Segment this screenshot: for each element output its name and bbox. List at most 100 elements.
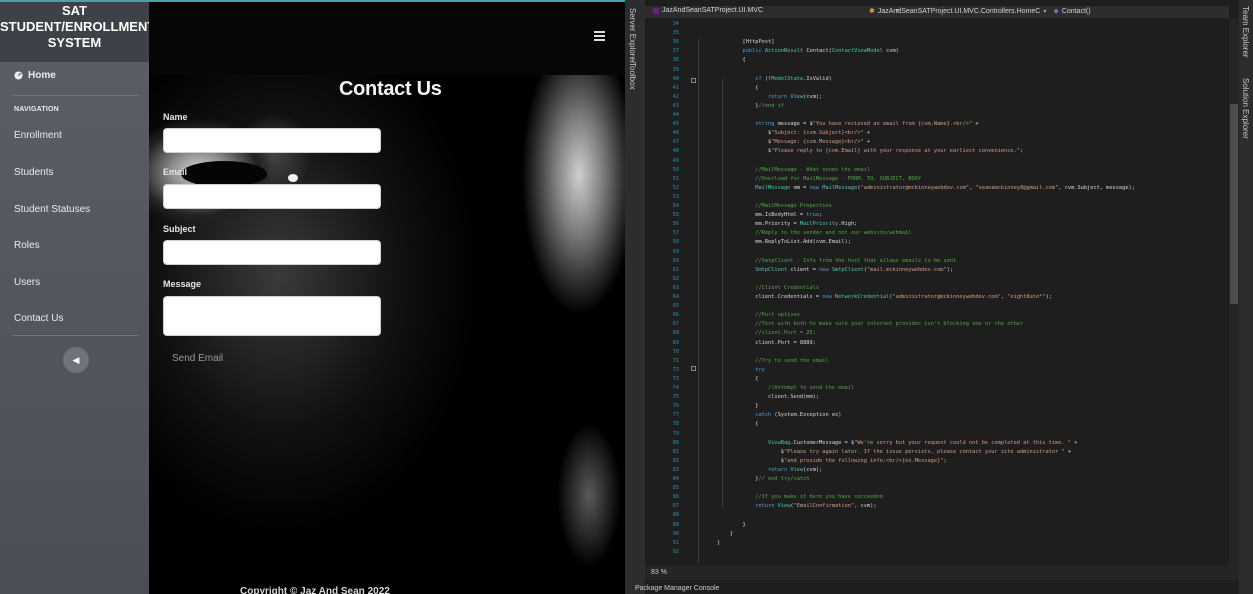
sidebar-item-enrollment[interactable]: Enrollment (14, 130, 62, 141)
code-line[interactable]: client.Port = 8889; (717, 339, 816, 347)
code-line[interactable]: client.Send(mm); (717, 393, 819, 401)
email-label: Email (163, 167, 188, 177)
code-line[interactable]: //If you make it here you have succeeded (717, 493, 883, 501)
tool-window-rail: Server Explorer Toolbox (625, 0, 645, 594)
fold-toggle-icon[interactable] (691, 78, 696, 83)
solution-explorer-tab[interactable]: Solution Explorer (1241, 78, 1250, 139)
line-number: 48 (672, 148, 679, 155)
code-line[interactable]: $"Message: {cvm.Message}<br/>" + (717, 138, 870, 146)
code-line[interactable]: //Test with both to make sure your inter… (717, 320, 1023, 328)
sidebar-item-student-statuses[interactable]: Student Statuses (14, 204, 90, 215)
code-line[interactable]: } (717, 530, 733, 538)
editor-navigation-bar: JazAndSeanSATProject.UI.MVC ▾ ✱ JazAndSe… (645, 6, 1229, 18)
code-line[interactable]: }// end try/catch (717, 475, 809, 483)
code-line[interactable]: //Port options (717, 311, 800, 319)
code-line[interactable]: [HttpPost] (717, 38, 775, 46)
zoom-level[interactable]: 83 % (651, 569, 667, 576)
code-line[interactable]: //Attempt to send the email (717, 384, 854, 392)
code-line[interactable]: //MailMessage - What sends the email (717, 166, 870, 174)
code-line[interactable]: //Client Credentials (717, 284, 819, 292)
brand-title[interactable]: SAT STUDENT/ENROLLMENT SYSTEM (0, 2, 155, 62)
code-line[interactable]: //SmtpClient - Info from the host that a… (717, 257, 956, 265)
line-number: 63 (672, 284, 679, 291)
code-line[interactable]: return View("EmailConfirmation", cvm); (717, 502, 876, 510)
line-number: 66 (672, 312, 679, 319)
right-tool-rail: Team Explorer Solution Explorer (1239, 0, 1253, 594)
code-line[interactable]: { (717, 375, 758, 383)
team-explorer-tab[interactable]: Team Explorer (1241, 6, 1250, 58)
code-line[interactable]: string message = $"You have recieved an … (717, 120, 978, 128)
code-line[interactable]: public ActionResult Contact(ContactViewM… (717, 47, 899, 55)
code-line[interactable]: $"Subject: {cvm.Subject}<br/>" + (717, 129, 870, 137)
sidebar-heading: NAVIGATION (14, 106, 59, 113)
server-explorer-tab[interactable]: Server Explorer (628, 8, 637, 64)
fold-toggle-icon[interactable] (691, 366, 696, 371)
code-line[interactable]: } (717, 539, 720, 547)
code-line[interactable]: mm.IsBodyHtml = true; (717, 211, 822, 219)
sidebar-item-label: Home (28, 70, 56, 81)
sidebar-item-roles[interactable]: Roles (14, 240, 40, 251)
sidebar-item-users[interactable]: Users (14, 277, 40, 288)
code-line[interactable]: } (717, 521, 746, 529)
code-line[interactable]: } (717, 402, 758, 410)
code-line[interactable]: SmtpClient client = new SmtpClient("mail… (717, 266, 953, 274)
line-number: 87 (672, 503, 679, 510)
code-line[interactable]: //client.Port = 25; (717, 329, 816, 337)
code-line[interactable]: catch (System.Exception ex) (717, 411, 841, 419)
line-number: 43 (672, 102, 679, 109)
code-line[interactable]: try (717, 366, 765, 374)
line-number: 62 (672, 275, 679, 282)
code-line[interactable]: $"Please try again later. If the issue p… (717, 448, 1071, 456)
line-number: 89 (672, 521, 679, 528)
line-number: 78 (672, 421, 679, 428)
code-line[interactable]: mm.Priority = MailPriority.High; (717, 220, 857, 228)
message-textarea[interactable] (163, 296, 381, 336)
line-number: 53 (672, 193, 679, 200)
code-line[interactable]: }//end if (717, 102, 784, 110)
send-email-button[interactable]: Send Email (172, 353, 223, 364)
code-line[interactable]: //Reply to the sender and not our websit… (717, 229, 911, 237)
code-line[interactable]: //Try to send the email (717, 357, 828, 365)
sidebar-item-students[interactable]: Students (14, 167, 53, 178)
code-editor[interactable]: 34 35 36 37 38 39 40 41 42 43 44 45 46 47 48 49 50 51 52 53… (645, 18, 1229, 566)
code-line[interactable]: { (717, 420, 758, 428)
toolbox-tab[interactable]: Toolbox (628, 62, 637, 90)
code-line[interactable]: return View(cvm); (717, 93, 822, 101)
vertical-scrollbar[interactable] (1229, 18, 1239, 566)
package-manager-console-tab[interactable]: Package Manager Console (635, 585, 719, 592)
subject-input[interactable] (163, 240, 381, 265)
line-number: 60 (672, 257, 679, 264)
line-number: 67 (672, 321, 679, 328)
line-number: 86 (672, 494, 679, 501)
code-line[interactable]: $"Please reply to {cvm.Email} with your … (717, 147, 1023, 155)
email-input[interactable] (163, 184, 381, 209)
code-line[interactable]: { (717, 56, 746, 64)
sidebar-item-contact-us[interactable]: Contact Us (14, 313, 63, 324)
line-number: 68 (672, 330, 679, 337)
name-input[interactable] (163, 128, 381, 153)
name-label: Name (163, 112, 188, 122)
cat-eye-highlight (288, 174, 298, 182)
member-dropdown-value[interactable]: Contact() (1062, 8, 1091, 15)
project-dropdown[interactable]: JazAndSeanSATProject.UI.MVC ▾ (653, 7, 899, 14)
brand-line: SYSTEM (47, 35, 102, 50)
line-number: 40 (672, 75, 679, 82)
code-line[interactable]: MailMessage mm = new MailMessage("admini… (717, 184, 1135, 192)
code-line[interactable]: $"and provide the following info:<br/>{e… (717, 457, 947, 465)
line-number: 79 (672, 430, 679, 437)
sidebar-item-home[interactable]: Home (14, 70, 56, 81)
code-line[interactable]: //MailMessage Properties (717, 202, 832, 210)
code-line[interactable]: if (!ModelState.IsValid) (717, 75, 832, 83)
footer-copyright: Copyright © Jaz And Sean 2022 (240, 586, 390, 594)
code-line[interactable]: //Overload for MailMessage - FORM, TO, S… (717, 175, 921, 183)
sidebar-toggle-button[interactable]: ◀ (63, 347, 89, 373)
line-number: 55 (672, 212, 679, 219)
scrollbar-thumb[interactable] (1230, 104, 1238, 304)
code-line[interactable]: ViewBag.CustomerMessage = $"We're sorry … (717, 439, 1077, 447)
hamburger-menu-icon[interactable] (594, 31, 605, 41)
code-line[interactable]: { (717, 84, 758, 92)
class-dropdown[interactable]: ✱ JazAndSeanSATProject.UI.MVC.Controller… (869, 7, 1091, 16)
code-line[interactable]: return View(cvm); (717, 466, 822, 474)
code-line[interactable]: client.Credentials = new NetworkCredenti… (717, 293, 1052, 301)
code-line[interactable]: mm.ReplyToList.Add(cvm.Email); (717, 238, 851, 246)
